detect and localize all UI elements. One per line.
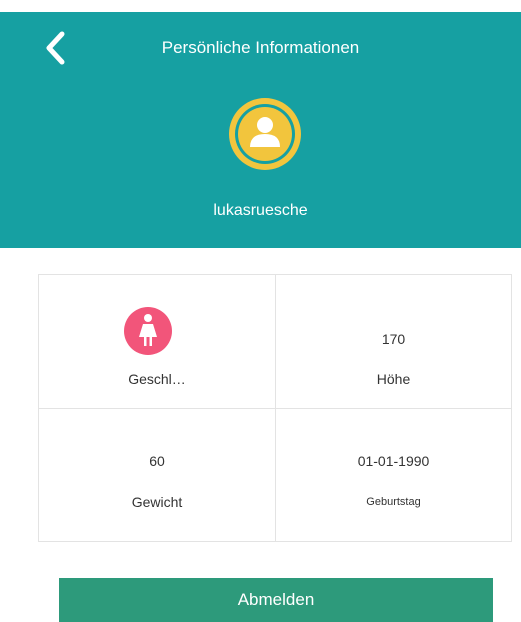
weight-cell[interactable]: 60 Gewicht [39,409,276,541]
gender-label: Geschl… [128,371,186,387]
female-icon [123,306,173,356]
birthday-label: Geburtstag [366,496,421,508]
height-cell[interactable]: 170 Höhe [276,275,511,409]
height-value: 170 [381,331,406,347]
gender-cell[interactable]: Geschl… [39,275,276,409]
birthday-cell[interactable]: 01-01-1990 Geburtstag [276,409,511,541]
page-title: Persönliche Informationen [161,38,360,57]
height-label: Höhe [376,371,411,387]
weight-label: Gewicht [131,494,183,510]
profile-header: Persönliche Informationen lukasruesche [0,12,521,248]
profile-info-grid: Geschl… 170 Höhe 60 Gewicht 01-01-1990 G… [38,274,512,542]
weight-value: 60 [149,453,165,469]
logout-button[interactable]: Abmelden [59,578,493,622]
avatar[interactable] [227,96,303,172]
username: lukasruesche [213,202,308,219]
birthday-value: 01-01-1990 [357,453,430,469]
user-icon [229,98,301,170]
